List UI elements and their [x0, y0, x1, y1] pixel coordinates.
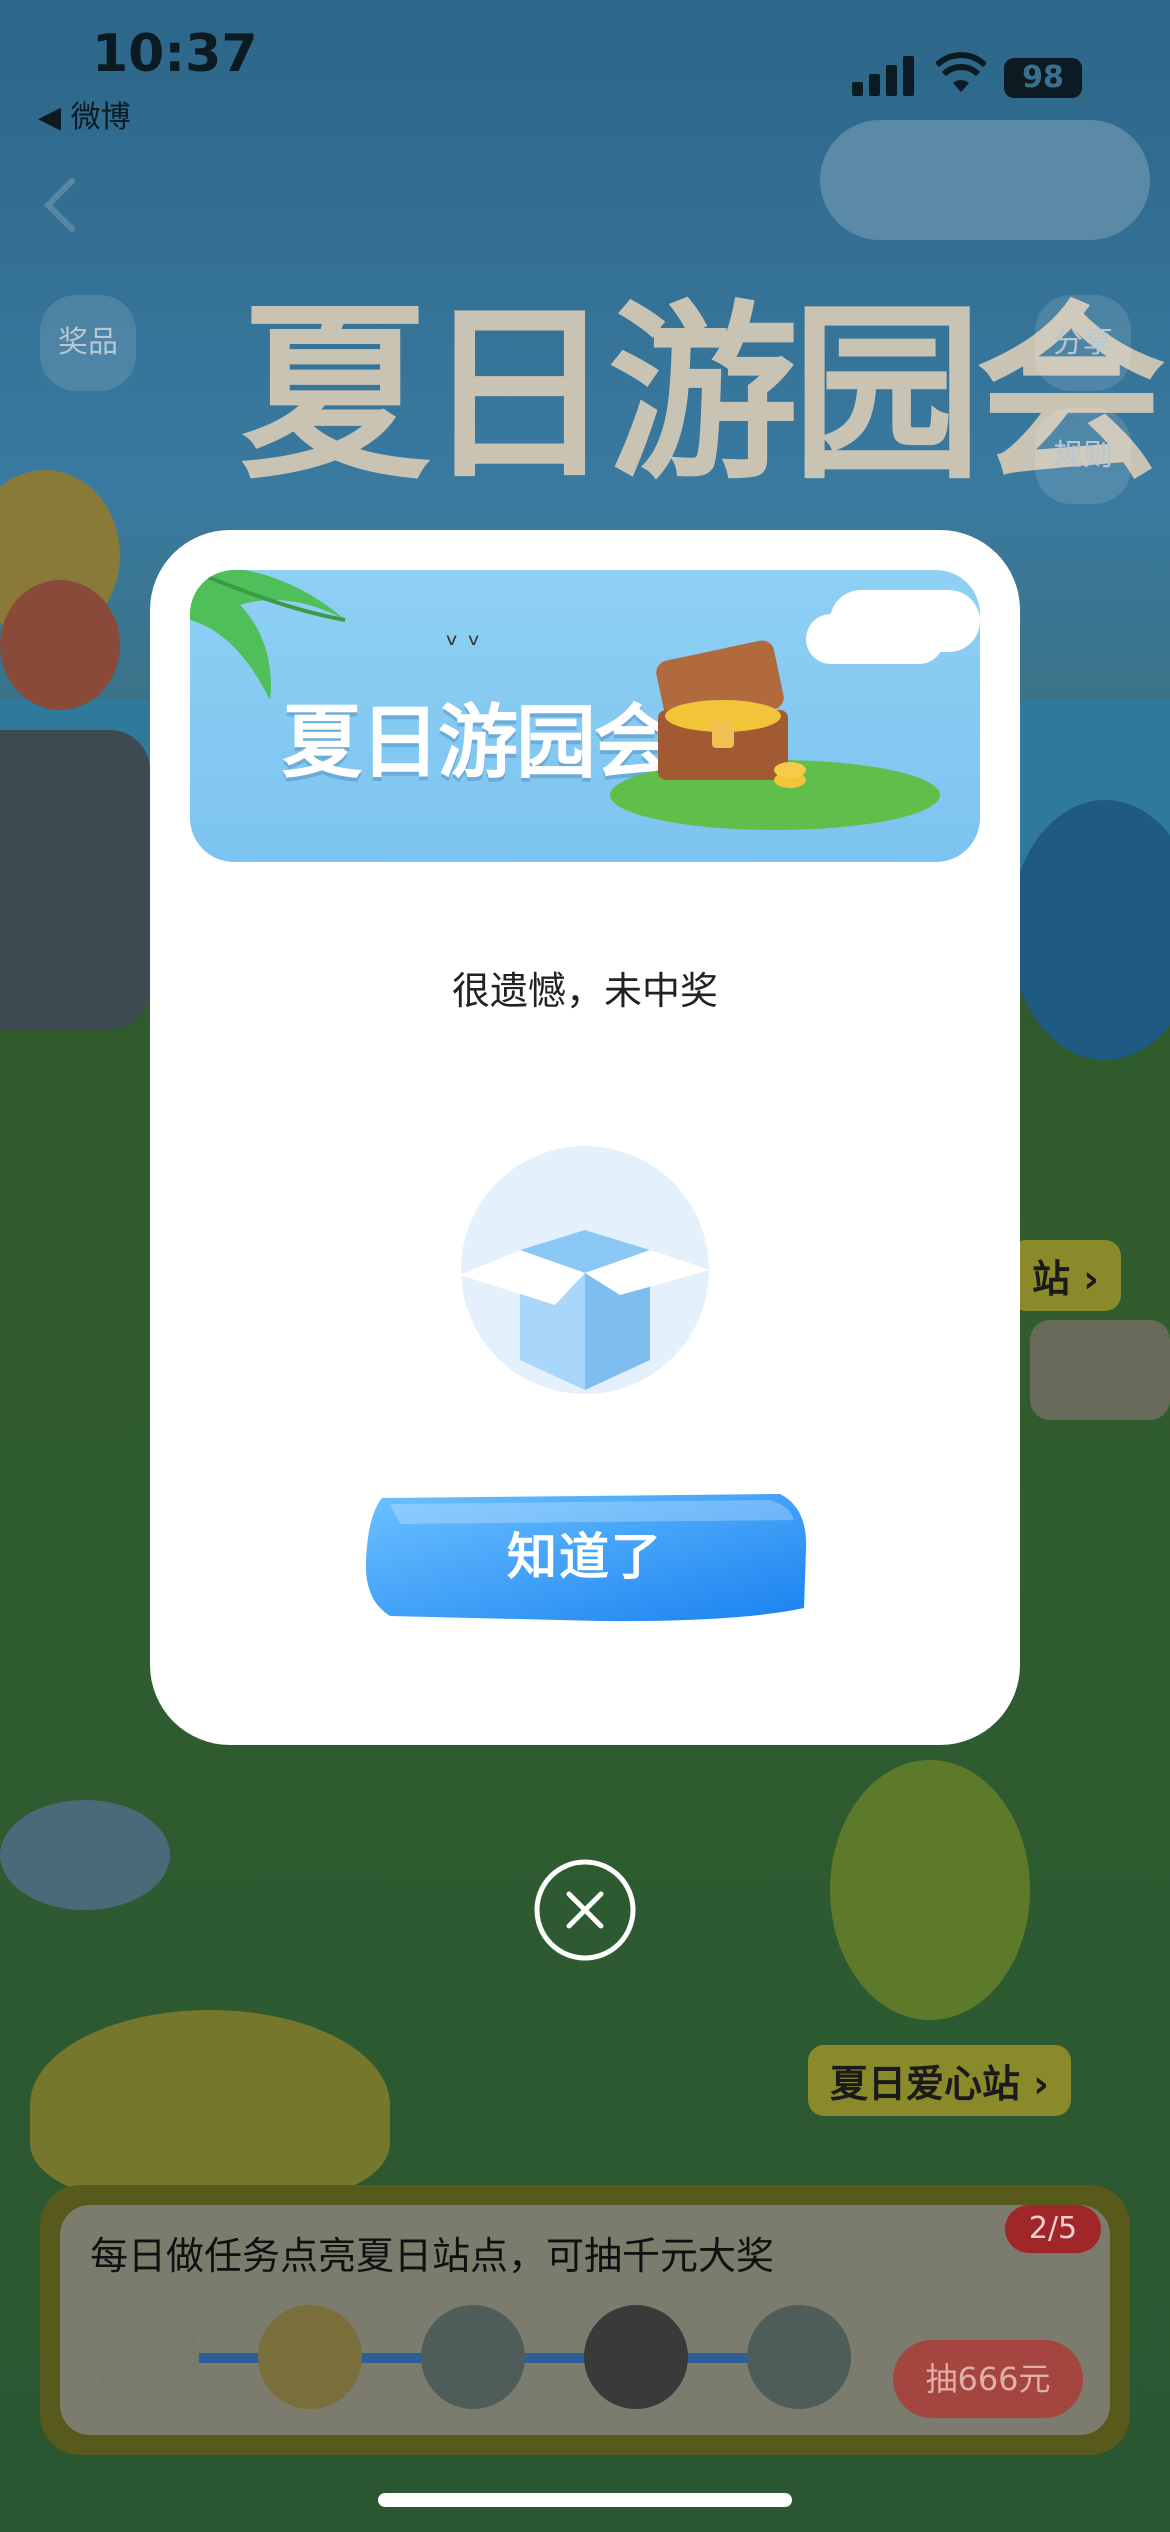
event-banner: ᵛ ᵛ 夏日游园会	[190, 570, 980, 862]
result-dialog: ᵛ ᵛ 夏日游园会 很遗憾，未中奖 知道了	[150, 530, 1020, 1745]
confirm-button[interactable]: 知道了	[360, 1490, 810, 1625]
home-indicator	[378, 2493, 792, 2507]
confirm-button-label: 知道了	[507, 1528, 663, 1586]
close-icon[interactable]	[533, 1858, 637, 1962]
treasure-chest-icon	[656, 640, 806, 788]
result-message: 很遗憾，未中奖	[451, 969, 718, 1013]
banner-cloud	[830, 590, 980, 652]
birds-decoration: ᵛ ᵛ	[446, 628, 481, 663]
banner-title: 夏日游园会	[282, 696, 674, 789]
empty-box-icon	[460, 1146, 710, 1394]
